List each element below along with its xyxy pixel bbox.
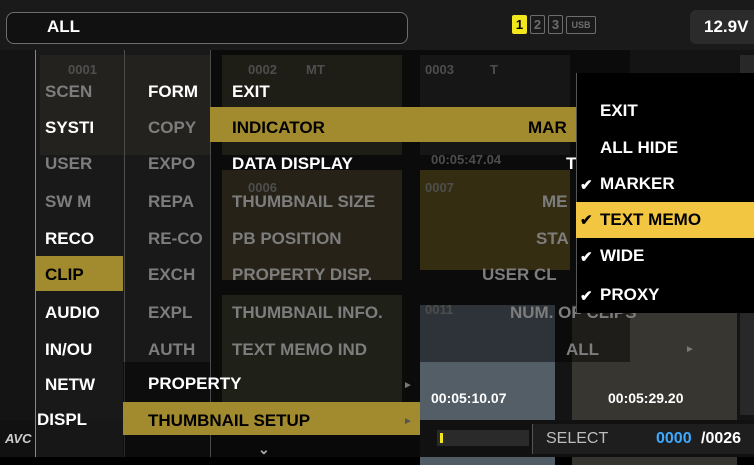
menu-item-in-out[interactable]: IN/OU bbox=[45, 340, 121, 360]
menu-item-recording[interactable]: RECO bbox=[45, 229, 121, 249]
menu-item-sw-mode[interactable]: SW M bbox=[45, 192, 121, 212]
slot-1-indicator: 1 bbox=[512, 15, 527, 34]
check-icon: ✔ bbox=[580, 288, 593, 305]
menu-item-thumbnail-size-value: ME bbox=[542, 192, 568, 211]
slot-2-indicator: 2 bbox=[530, 15, 545, 34]
chevron-down-icon[interactable]: ⌄ bbox=[258, 441, 270, 458]
menu-item-explore[interactable]: EXPL bbox=[148, 303, 208, 323]
popup-item-text-memo[interactable]: TEXT MEMO bbox=[600, 210, 701, 230]
popup-item-wide[interactable]: WIDE bbox=[600, 246, 644, 266]
check-icon: ✔ bbox=[580, 212, 593, 229]
menu-item-system[interactable]: SYSTI bbox=[45, 118, 121, 138]
menu-item-exchange[interactable]: EXCH bbox=[148, 265, 208, 285]
usb-indicator: USB bbox=[566, 16, 596, 34]
popup-item-marker[interactable]: MARKER bbox=[600, 174, 675, 194]
menu-item-indicator[interactable]: INDICATOR bbox=[232, 118, 325, 138]
popup-item-exit[interactable]: EXIT bbox=[600, 101, 638, 121]
menu-item-re-connect[interactable]: RE-CO bbox=[148, 229, 208, 249]
menu-item-scene[interactable]: SCEN bbox=[45, 82, 121, 102]
media-remaining-fill bbox=[440, 433, 443, 443]
check-icon: ✔ bbox=[580, 249, 593, 266]
menu-item-repair[interactable]: REPA bbox=[148, 192, 208, 212]
menu-item-text-memo-ind[interactable]: TEXT MEMO IND bbox=[232, 340, 367, 360]
submenu-arrow-icon: ► bbox=[685, 344, 695, 355]
menu-item-property[interactable]: PROPERTY bbox=[148, 374, 408, 394]
menu-item-user[interactable]: USER bbox=[45, 154, 121, 174]
menu-item-display[interactable]: DISPL bbox=[37, 410, 121, 430]
clip-duration: 00:05:10.07 bbox=[431, 390, 507, 406]
total-count: /0026 bbox=[701, 430, 742, 447]
selected-count: 0000 bbox=[656, 430, 692, 447]
menu-item-data-display-value: T bbox=[566, 154, 577, 173]
clip-duration: 00:05:29.20 bbox=[608, 390, 684, 406]
menu-item-export[interactable]: EXPO bbox=[148, 154, 208, 174]
menu-item-text-memo-ind-value: ALL bbox=[566, 340, 600, 359]
clip-filter-label: ALL bbox=[47, 17, 81, 36]
menu-item-indicator-value: MAR bbox=[528, 118, 567, 137]
check-icon: ✔ bbox=[580, 177, 593, 194]
menu-item-format[interactable]: FORM bbox=[148, 82, 208, 102]
menu-item-pb-position[interactable]: PB POSITION bbox=[232, 229, 342, 249]
avc-logo: AVC bbox=[5, 431, 32, 446]
media-remaining-bar bbox=[437, 430, 529, 446]
popup-item-proxy[interactable]: PROXY bbox=[600, 285, 660, 305]
menu-item-clip[interactable]: CLIP bbox=[45, 265, 121, 285]
battery-voltage: 12.9V bbox=[704, 17, 749, 36]
menu-item-pb-position-value: STA bbox=[536, 229, 569, 248]
menu-item-property-disp-value: USER CL bbox=[482, 265, 557, 284]
popup-item-all-hide[interactable]: ALL HIDE bbox=[600, 138, 678, 158]
select-label: SELECT bbox=[546, 430, 609, 447]
menu-item-network[interactable]: NETW bbox=[45, 375, 121, 395]
submenu-arrow-icon: ► bbox=[403, 380, 413, 391]
submenu-arrow-icon: ► bbox=[403, 416, 413, 427]
slot-3-indicator: 3 bbox=[548, 15, 563, 34]
menu-item-exit[interactable]: EXIT bbox=[232, 82, 270, 102]
menu-item-authenticate[interactable]: AUTH bbox=[148, 340, 208, 360]
menu-item-thumbnail-info[interactable]: THUMBNAIL INFO. bbox=[232, 303, 383, 323]
menu-item-thumbnail-setup[interactable]: THUMBNAIL SETUP bbox=[148, 411, 408, 431]
menu-item-property-disp[interactable]: PROPERTY DISP. bbox=[232, 265, 372, 285]
menu-item-copy[interactable]: COPY bbox=[148, 118, 208, 138]
menu-item-data-display[interactable]: DATA DISPLAY bbox=[232, 154, 353, 174]
menu-item-audio[interactable]: AUDIO bbox=[45, 303, 121, 323]
menu-item-thumbnail-size[interactable]: THUMBNAIL SIZE bbox=[232, 192, 375, 212]
menu-level-1 bbox=[35, 50, 125, 457]
